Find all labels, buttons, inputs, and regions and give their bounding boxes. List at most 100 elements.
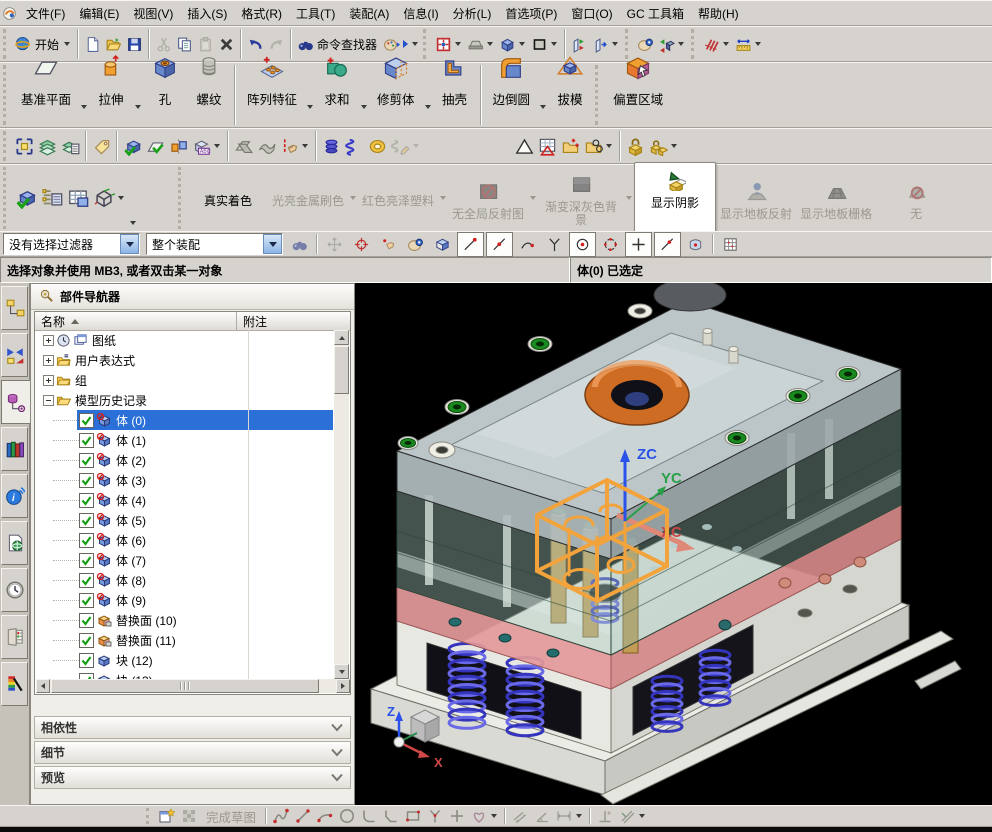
snap-existing-point-button[interactable] (625, 231, 652, 257)
constraint-navigator-tab[interactable] (1, 333, 28, 377)
toolbar-grip[interactable] (595, 65, 602, 125)
dropdown-caret[interactable] (487, 42, 494, 46)
visibility-checkbox[interactable] (79, 652, 94, 668)
washer-tool-button[interactable] (366, 136, 389, 157)
draft-button[interactable]: 拔模 (548, 51, 592, 113)
constraints-more-button[interactable] (616, 806, 649, 826)
visibility-checkbox[interactable] (79, 512, 94, 528)
visibility-checkbox[interactable] (79, 452, 94, 468)
menu-item[interactable]: 工具(T) (289, 1, 342, 26)
menu-item[interactable]: 窗口(O) (564, 1, 619, 26)
dropdown-caret[interactable] (612, 42, 619, 46)
visibility-checkbox[interactable] (79, 592, 94, 608)
scroll-down-button[interactable] (334, 664, 349, 679)
snap-point-on-face-button[interactable] (683, 233, 708, 256)
red-plastic-button[interactable]: 红色亮泽塑料 (358, 186, 438, 210)
panel-header-dependencies[interactable]: 相依性 (34, 716, 351, 739)
dropdown-caret[interactable] (576, 814, 583, 818)
point-tool-button[interactable] (446, 806, 468, 826)
column-divider[interactable] (248, 330, 249, 680)
visibility-checkbox[interactable] (79, 632, 94, 648)
lock-all-button[interactable] (647, 136, 681, 157)
pattern-feature-button[interactable]: 阵列特征 (239, 51, 305, 113)
selection-filter-dropdown[interactable] (120, 234, 139, 254)
tree-node[interactable]: 用户表达式 (35, 350, 333, 370)
tree-item[interactable]: 体 (7) (35, 550, 333, 570)
toolbar-grip[interactable] (3, 131, 10, 161)
expand-toggle[interactable] (43, 334, 54, 346)
general-snap-button[interactable] (322, 233, 347, 256)
snap-arc-center-button[interactable] (569, 231, 596, 257)
lock-feature-button[interactable] (624, 136, 647, 157)
shell-button[interactable]: 抽壳 (433, 51, 477, 113)
visibility-checkbox[interactable] (79, 472, 94, 488)
dark-gradient-background-button[interactable]: 渐变深灰色背景 (538, 167, 624, 229)
mirror-assembly-button[interactable] (167, 136, 190, 157)
system-materials-tab[interactable] (1, 662, 28, 706)
internet-explorer-tab[interactable]: i (1, 474, 28, 518)
snap-quadrant-button[interactable] (598, 233, 623, 256)
angular-dimension-button[interactable] (531, 806, 553, 826)
toolbar-grip[interactable] (178, 167, 185, 229)
show-shadow-button[interactable]: 显示阴影 (634, 162, 717, 234)
dimension-more-button[interactable] (553, 806, 586, 826)
reuse-library-tab[interactable] (1, 427, 28, 471)
polygon-tool-button[interactable] (424, 806, 446, 826)
dropdown-caret[interactable] (606, 144, 612, 148)
panel-header-details[interactable]: 细节 (34, 741, 351, 764)
menu-item[interactable]: 首选项(P) (498, 1, 564, 26)
wave-geometry-linker-button[interactable] (13, 136, 36, 157)
tree-node[interactable]: 模型历史记录 (35, 390, 333, 410)
menu-item[interactable]: 帮助(H) (691, 1, 746, 26)
history-tab[interactable] (1, 568, 28, 612)
horizontal-scrollbar[interactable] (36, 679, 350, 693)
grid-snap-button[interactable] (718, 233, 743, 256)
column-header-note[interactable]: 附注 (236, 312, 350, 330)
dropdown-caret[interactable] (455, 42, 462, 46)
scroll-left-button[interactable] (36, 679, 50, 693)
selection-filter-combo[interactable]: 没有选择过滤器 (3, 233, 140, 255)
chamfer-tool-button[interactable] (380, 806, 402, 826)
brushed-metal-button[interactable]: 光亮金属刷色 (268, 186, 348, 210)
visibility-checkbox[interactable] (79, 612, 94, 628)
dropdown-caret[interactable] (678, 42, 685, 46)
expand-toggle[interactable] (43, 374, 54, 386)
dropdown-caret[interactable] (214, 144, 220, 148)
dropdown-caret[interactable] (350, 196, 357, 200)
vertical-scroll-thumb[interactable] (334, 346, 349, 394)
highlight-button[interactable] (403, 233, 428, 256)
true-shading-button[interactable]: 真实着色 (188, 186, 268, 210)
snap-endpoint-button[interactable] (457, 231, 484, 257)
tree-item[interactable]: 体 (4) (35, 490, 333, 510)
none-button[interactable]: 无 (876, 174, 956, 223)
measure-button[interactable] (733, 35, 765, 54)
expand-toggle[interactable] (43, 354, 54, 366)
snap-point-on-line-button[interactable] (654, 231, 681, 257)
solid-body-snap-button[interactable] (430, 233, 455, 256)
name-expression-button[interactable]: ABC (190, 136, 224, 157)
scroll-right-button[interactable] (336, 679, 350, 693)
offset-region-button[interactable]: 偏置区域 (605, 51, 671, 113)
floor-reflection-button[interactable]: 显示地板反射 (716, 174, 796, 223)
sketch-grid-button[interactable] (178, 806, 200, 826)
part-navigator-tab[interactable] (1, 380, 31, 424)
visibility-checkbox[interactable] (79, 572, 94, 588)
interference-check-button[interactable] (232, 136, 255, 157)
dropdown-caret[interactable] (626, 196, 633, 200)
dropdown-caret[interactable] (118, 196, 124, 200)
menu-item[interactable]: 信息(I) (396, 1, 445, 26)
geometric-constraints-button[interactable] (594, 806, 616, 826)
menu-item[interactable]: 文件(F) (19, 1, 72, 26)
tree-item[interactable]: 体 (1) (35, 430, 333, 450)
component-table-button[interactable] (65, 186, 91, 210)
menu-item[interactable]: 插入(S) (180, 1, 234, 26)
extrude-button[interactable]: 拉伸 (89, 51, 133, 113)
visibility-checkbox[interactable] (79, 532, 94, 548)
rotate-point-button[interactable] (349, 233, 374, 256)
hole-button[interactable]: 孔 (143, 51, 187, 113)
measure-assembly-button[interactable] (278, 136, 312, 157)
selection-scope-combo[interactable]: 整个装配 (146, 233, 283, 255)
tree-item[interactable]: 体 (5) (35, 510, 333, 530)
line-tool-button[interactable] (292, 806, 314, 826)
column-header-name[interactable]: 名称 (35, 312, 236, 330)
